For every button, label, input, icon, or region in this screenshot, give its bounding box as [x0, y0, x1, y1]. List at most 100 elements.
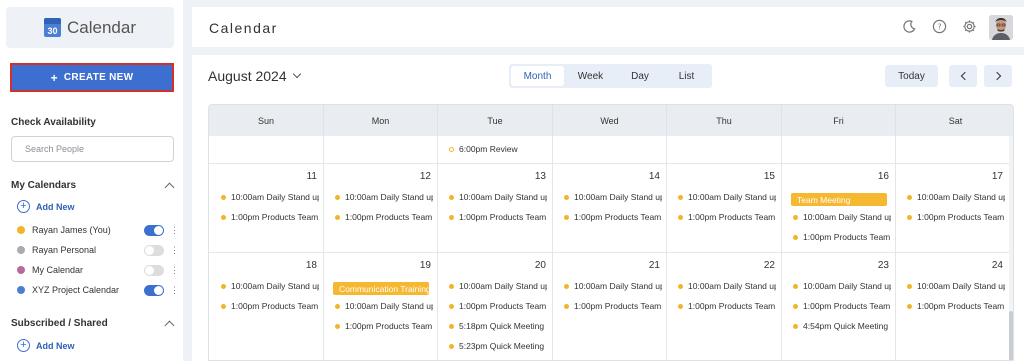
- calendar-event[interactable]: 1:00pm Products Team: [907, 300, 1005, 312]
- calendar-event[interactable]: 1:00pm Products Team: [449, 300, 547, 312]
- calendar-event[interactable]: 10:00am Daily Stand up: [678, 191, 776, 203]
- calendar-event-bar[interactable]: Team Meeting: [791, 193, 887, 206]
- calendar-event[interactable]: 10:00am Daily Stand up: [221, 191, 319, 203]
- tab-week[interactable]: Week: [564, 66, 617, 86]
- month-selector[interactable]: August 2024: [208, 68, 301, 84]
- calendar-item[interactable]: My Calendar ⋮: [17, 263, 179, 277]
- calendar-event[interactable]: 6:00pm Review: [449, 143, 549, 155]
- day-number[interactable]: 14: [640, 171, 660, 182]
- calendar-event[interactable]: 5:23pm Quick Meeting: [449, 340, 547, 352]
- day-number[interactable]: 15: [755, 171, 775, 182]
- event-dot: [449, 323, 454, 329]
- scroll-thumb[interactable]: [1009, 311, 1013, 360]
- day-number[interactable]: 21: [640, 260, 660, 271]
- calendar-event[interactable]: 4:54pm Quick Meeting: [793, 320, 891, 332]
- calendar-event[interactable]: 1:00pm Products Team: [793, 300, 891, 312]
- calendar-event[interactable]: 10:00am Daily Stand up: [793, 280, 891, 292]
- calendar-event[interactable]: 1:00pm Products Team: [449, 211, 547, 223]
- help-icon[interactable]: ?: [932, 19, 947, 34]
- weekday-label: Thu: [667, 105, 782, 136]
- day-number[interactable]: 24: [983, 260, 1003, 271]
- day-number[interactable]: 19: [411, 260, 431, 271]
- calendar-event[interactable]: 1:00pm Products Team: [335, 211, 433, 223]
- calendar-event-bar[interactable]: Communication Training: [333, 282, 429, 295]
- day-number[interactable]: 12: [411, 171, 431, 182]
- calendar-event[interactable]: 10:00am Daily Stand up: [335, 300, 433, 312]
- more-options-icon[interactable]: ⋮: [170, 225, 179, 235]
- more-options-icon[interactable]: ⋮: [170, 285, 179, 295]
- event-label: 10:00am Daily Stand up: [231, 192, 319, 202]
- calendar-event[interactable]: 1:00pm Products Team: [907, 211, 1005, 223]
- calendar-event[interactable]: 10:00am Daily Stand up: [907, 191, 1005, 203]
- more-options-icon[interactable]: ⋮: [170, 245, 179, 255]
- calendar-event[interactable]: 1:00pm Products Team: [678, 211, 776, 223]
- subscribed-shared-title: Subscribed / Shared: [11, 318, 108, 329]
- calendar-event[interactable]: 1:00pm Products Team: [221, 211, 319, 223]
- calendar-event[interactable]: 10:00am Daily Stand up: [678, 280, 776, 292]
- day-number[interactable]: 16: [869, 171, 889, 182]
- calendar-event[interactable]: 1:00pm Products Team: [793, 231, 891, 243]
- event-dot: [793, 214, 798, 220]
- event-dot: [564, 303, 569, 309]
- add-calendar-button[interactable]: + Add New: [17, 200, 75, 213]
- event-label: 1:00pm Products Team: [459, 212, 547, 222]
- gear-icon[interactable]: [962, 19, 977, 34]
- calendar-event[interactable]: 1:00pm Products Team: [678, 300, 776, 312]
- prev-month-button[interactable]: [949, 65, 977, 87]
- event-label: 1:00pm Products Team: [345, 321, 433, 331]
- calendar-event[interactable]: 1:00pm Products Team: [335, 320, 433, 332]
- app-logo[interactable]: 30 Calendar: [6, 7, 174, 48]
- calendar-item[interactable]: Rayan Personal ⋮: [17, 243, 179, 257]
- event-label: 1:00pm Products Team: [231, 212, 319, 222]
- calendar-event[interactable]: 1:00pm Products Team: [564, 300, 662, 312]
- add-subscribed-button[interactable]: + Add New: [17, 339, 75, 352]
- moon-icon[interactable]: [902, 19, 917, 34]
- more-options-icon[interactable]: ⋮: [170, 265, 179, 275]
- day-number[interactable]: 17: [983, 171, 1003, 182]
- event-label: 10:00am Daily Stand up: [688, 192, 776, 202]
- calendar-toggle[interactable]: [144, 244, 164, 256]
- next-month-button[interactable]: [984, 65, 1012, 87]
- day-number[interactable]: 22: [755, 260, 775, 271]
- calendar-event[interactable]: 1:00pm Products Team: [221, 300, 319, 312]
- calendar-item[interactable]: XYZ Project Calendar ⋮: [17, 283, 179, 297]
- calendar-event[interactable]: 10:00am Daily Stand up: [564, 280, 662, 292]
- tab-list[interactable]: List: [663, 66, 710, 86]
- tab-day[interactable]: Day: [617, 66, 663, 86]
- day-number[interactable]: 13: [526, 171, 546, 182]
- calendar-item[interactable]: Rayan James (You) ⋮: [17, 223, 179, 237]
- calendar-event[interactable]: 10:00am Daily Stand up: [449, 280, 547, 292]
- calendar-toggle[interactable]: [144, 264, 164, 276]
- calendar-event[interactable]: 10:00am Daily Stand up: [564, 191, 662, 203]
- plus-icon: +: [50, 70, 58, 85]
- calendar-event[interactable]: 10:00am Daily Stand up: [449, 191, 547, 203]
- create-new-button[interactable]: + CREATE NEW: [10, 63, 174, 92]
- calendar-name: My Calendar: [32, 265, 84, 275]
- event-dot: [449, 283, 454, 289]
- calendar-event[interactable]: 10:00am Daily Stand up: [221, 280, 319, 292]
- tab-month[interactable]: Month: [511, 66, 564, 86]
- calendar-event[interactable]: 10:00am Daily Stand up: [907, 280, 1005, 292]
- add-new-label: Add New: [36, 340, 75, 351]
- calendar-event[interactable]: 10:00am Daily Stand up: [793, 211, 891, 223]
- avatar[interactable]: [989, 15, 1013, 40]
- calendar-toggle[interactable]: [144, 224, 164, 236]
- calendar-event[interactable]: 10:00am Daily Stand up: [335, 191, 433, 203]
- calendar-toggle[interactable]: [144, 284, 164, 296]
- scrollbar[interactable]: [1009, 136, 1013, 360]
- calendar-event[interactable]: 1:00pm Products Team: [564, 211, 662, 223]
- event-label: 10:00am Daily Stand up: [574, 192, 662, 202]
- calendar-event[interactable]: 5:18pm Quick Meeting: [449, 320, 547, 332]
- today-button[interactable]: Today: [885, 65, 938, 87]
- collapse-subscribed-icon[interactable]: [164, 320, 175, 331]
- page-title: Calendar: [209, 20, 278, 36]
- search-people-input[interactable]: Search People: [11, 136, 174, 162]
- collapse-my-calendars-icon[interactable]: [164, 182, 175, 193]
- day-number[interactable]: 20: [526, 260, 546, 271]
- day-number[interactable]: 23: [869, 260, 889, 271]
- weekday-label: Sun: [209, 105, 324, 136]
- day-number[interactable]: 18: [297, 260, 317, 271]
- calendar-color-dot: [17, 226, 25, 234]
- day-number[interactable]: 11: [297, 171, 317, 182]
- event-label: 1:00pm Products Team: [574, 212, 662, 222]
